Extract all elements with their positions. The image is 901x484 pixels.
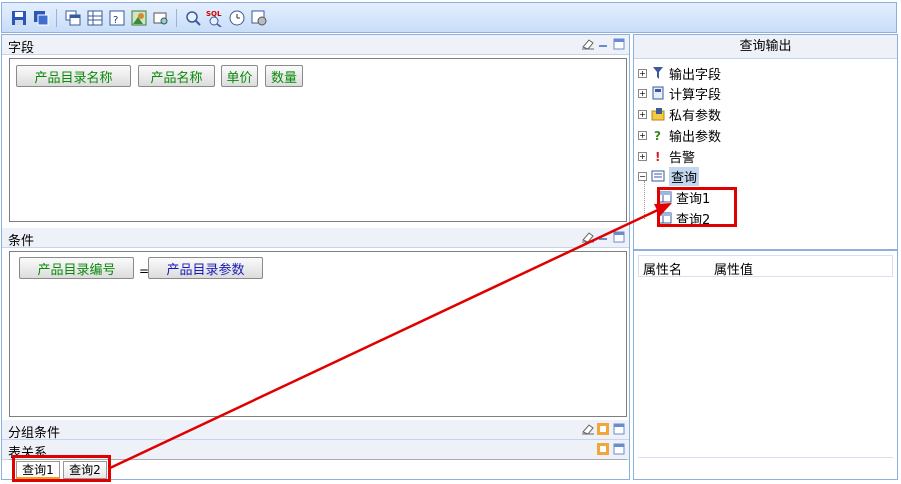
annotation-arrow <box>109 203 672 470</box>
